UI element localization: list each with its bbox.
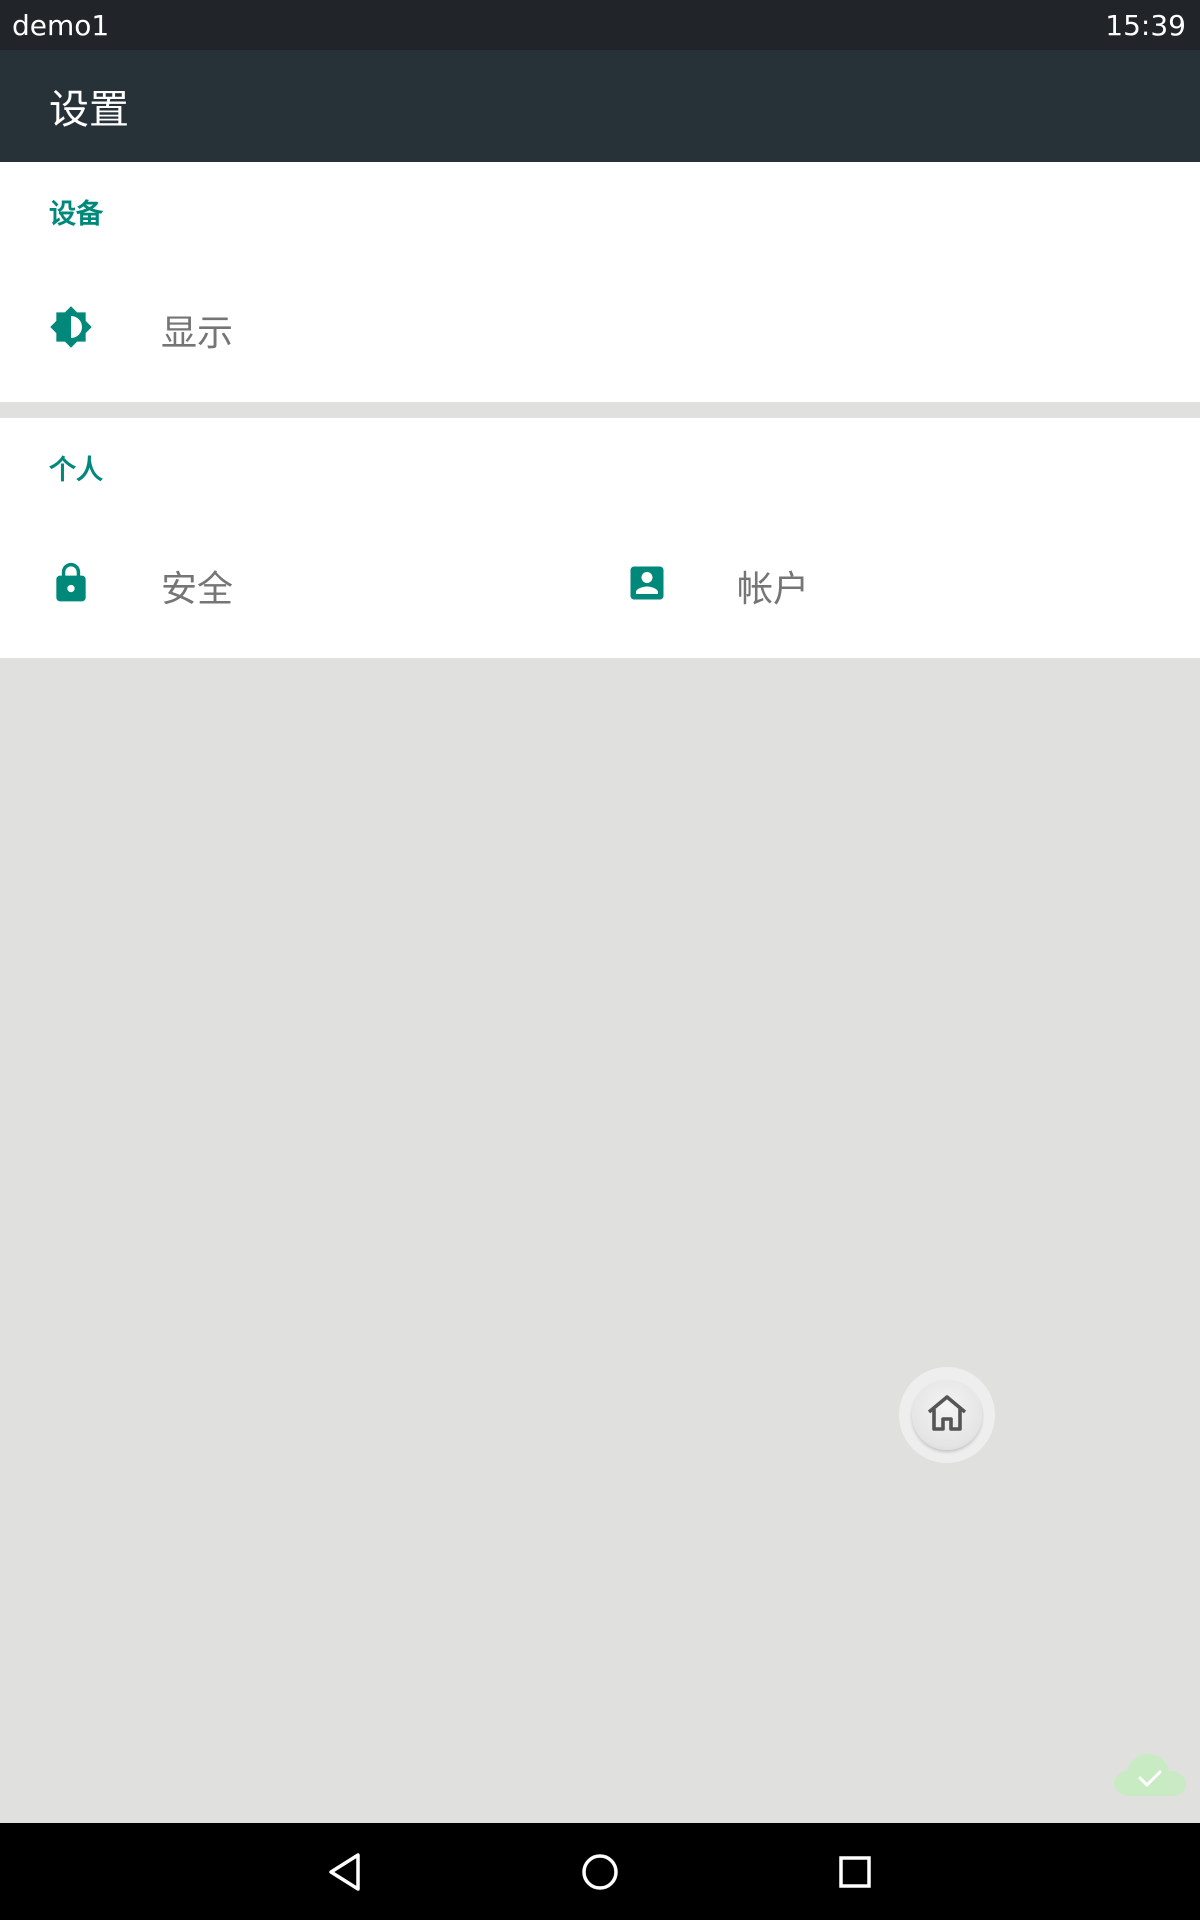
home-circle-icon[interactable]: [575, 1847, 625, 1897]
section-device: 设备 显示: [0, 162, 1200, 402]
section-title-device: 设备: [49, 199, 103, 230]
status-bar: demo1 15:39: [0, 0, 1200, 50]
back-icon[interactable]: [320, 1847, 370, 1897]
setting-item-label: 显示: [161, 313, 234, 354]
navigation-bar: [0, 1823, 1200, 1920]
recent-apps-icon[interactable]: [830, 1847, 880, 1897]
page-title: 设置: [49, 87, 129, 133]
cloud-check-icon: [1112, 1748, 1188, 1800]
status-time: 15:39: [1105, 8, 1186, 42]
section-personal: 个人 安全 帐户: [0, 418, 1200, 658]
setting-item-label: 帐户: [737, 569, 810, 610]
app-bar: 设置: [0, 50, 1200, 162]
house-icon: [923, 1389, 971, 1441]
lock-icon: [49, 561, 93, 605]
section-title-personal: 个人: [49, 455, 103, 486]
brightness-icon: [49, 305, 93, 349]
status-app-name: demo1: [12, 8, 110, 42]
setting-item-label: 安全: [161, 569, 234, 610]
account-box-icon: [625, 561, 669, 605]
setting-item-display[interactable]: 显示: [0, 282, 560, 372]
screen: demo1 15:39 设置 设备 显示 个人 安全 帐户: [0, 0, 1200, 1920]
setting-item-security[interactable]: 安全: [0, 538, 560, 628]
floating-home-inner: [912, 1380, 982, 1450]
setting-item-account[interactable]: 帐户: [576, 538, 1136, 628]
floating-home-button[interactable]: [899, 1367, 995, 1463]
